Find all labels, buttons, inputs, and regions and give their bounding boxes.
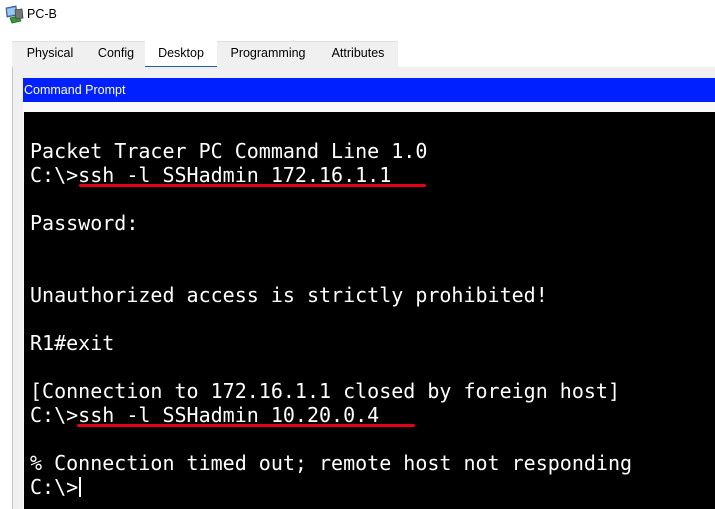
terminal-line: R1#exit [30,331,115,355]
tab-programming[interactable]: Programming [218,41,318,66]
tab-attributes[interactable]: Attributes [318,41,398,66]
terminal-line: Packet Tracer PC Command Line 1.0 [30,139,428,163]
tab-physical[interactable]: Physical [12,41,88,66]
terminal-prompt: C:\> [30,475,79,499]
packet-tracer-pc-icon [5,5,24,24]
terminal-line: Password: [30,211,139,235]
terminal-line: % Connection timed out; remote host not … [30,451,633,475]
terminal-line: [Connection to 172.16.1.1 closed by fore… [30,379,621,403]
tab-programming-label: Programming [230,46,306,60]
title-bar: PC-B [0,0,715,32]
text-cursor [79,477,82,497]
command-prompt-header: Command Prompt [23,78,715,102]
tab-config[interactable]: Config [88,41,144,66]
annotation-underline [77,424,415,427]
tab-desktop-label: Desktop [158,46,204,60]
annotation-underline [79,184,426,187]
command-prompt-title: Command Prompt [24,83,126,97]
terminal-line: Unauthorized access is strictly prohibit… [30,283,548,307]
tab-physical-label: Physical [26,46,74,60]
tab-config-label: Config [97,46,135,60]
terminal-output[interactable]: Packet Tracer PC Command Line 1.0 C:\>ss… [24,112,715,509]
window-title: PC-B [27,7,57,21]
terminal-prompt-line: C:\> [30,475,82,499]
tab-desktop[interactable]: Desktop [145,41,217,68]
tab-attributes-label: Attributes [331,46,385,60]
